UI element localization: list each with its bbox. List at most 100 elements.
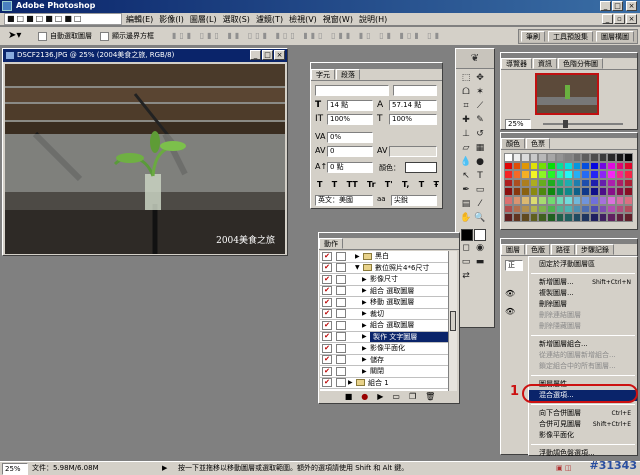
- vertical-scale-field[interactable]: 100%: [327, 114, 373, 125]
- swatch[interactable]: [538, 204, 547, 214]
- swatch[interactable]: [521, 187, 530, 196]
- swatch[interactable]: [512, 195, 522, 205]
- tab-info[interactable]: 資訊: [533, 58, 557, 69]
- tab-layers[interactable]: 圖層: [501, 244, 525, 255]
- collapsed-triangle-icon[interactable]: ▶: [362, 345, 370, 352]
- swatch[interactable]: [581, 204, 590, 214]
- move-tool-icon[interactable]: ➤▾: [8, 30, 26, 43]
- swatch[interactable]: [504, 187, 513, 196]
- swatch[interactable]: [555, 170, 565, 179]
- magic-wand-icon[interactable]: ✶: [473, 85, 487, 99]
- swatch[interactable]: [521, 178, 530, 188]
- layers-menu-item[interactable]: 合併可見圖層 Shift+Ctrl+E: [529, 419, 637, 430]
- antialias-select[interactable]: 尖銳: [391, 195, 437, 206]
- screen-mode-2-icon[interactable]: ▬: [473, 255, 487, 269]
- swatch[interactable]: [521, 161, 530, 171]
- tracking-select[interactable]: [389, 146, 437, 157]
- tab-paragraph[interactable]: 段落: [336, 69, 360, 80]
- swatch[interactable]: [555, 204, 565, 214]
- swatch[interactable]: [564, 170, 573, 179]
- action-toggle-checkbox[interactable]: ✔: [322, 251, 332, 261]
- baseline-field[interactable]: 0 點: [327, 162, 373, 173]
- well-tab-layer-comps[interactable]: 圖層構圖: [596, 31, 634, 42]
- swatch[interactable]: [581, 161, 590, 171]
- doc-close-button[interactable]: ×: [626, 14, 637, 24]
- swatch[interactable]: [615, 187, 625, 196]
- tab-history[interactable]: 步驟記錄: [576, 244, 614, 255]
- slice-tool-icon[interactable]: ⟋: [473, 99, 487, 113]
- swatch[interactable]: [564, 213, 573, 222]
- collapsed-triangle-icon[interactable]: ▶: [348, 379, 356, 386]
- collapsed-triangle-icon[interactable]: ▶: [362, 368, 370, 375]
- action-toggle-checkbox[interactable]: ✔: [322, 297, 332, 307]
- action-toggle-checkbox[interactable]: ✔: [322, 332, 332, 342]
- swatch[interactable]: [589, 187, 599, 196]
- swatch[interactable]: [624, 178, 633, 188]
- zoom-tool-icon[interactable]: 🔍: [473, 211, 487, 225]
- swatch[interactable]: [581, 178, 590, 188]
- path-select-icon[interactable]: ↖: [459, 169, 473, 183]
- text-style-button[interactable]: T': [385, 180, 393, 189]
- swatch[interactable]: [512, 161, 522, 171]
- menu-item[interactable]: 濾鏡(T): [256, 14, 283, 25]
- text-style-button[interactable]: T,: [402, 180, 409, 189]
- menu-item[interactable]: 說明(H): [359, 14, 387, 25]
- swatch[interactable]: [624, 213, 633, 222]
- navigator-zoom-slider[interactable]: [543, 120, 623, 128]
- doc-window-maximize[interactable]: □: [262, 50, 273, 60]
- crop-tool-icon[interactable]: ⌗: [459, 99, 473, 113]
- swatch[interactable]: [572, 187, 582, 196]
- swatch[interactable]: [607, 178, 616, 188]
- notes-tool-icon[interactable]: ▤: [459, 197, 473, 211]
- swatch[interactable]: [521, 195, 530, 205]
- swatch[interactable]: [512, 170, 522, 179]
- shape-tool-icon[interactable]: ▭: [473, 183, 487, 197]
- swatch[interactable]: [598, 204, 608, 214]
- close-button[interactable]: ×: [626, 1, 637, 11]
- kerning-field[interactable]: 0: [327, 146, 373, 157]
- swatch[interactable]: [564, 161, 573, 171]
- swatch[interactable]: [589, 153, 599, 162]
- doc-window-minimize[interactable]: _: [250, 50, 261, 60]
- action-row[interactable]: ✔ ▶ 黑白: [320, 251, 448, 263]
- swatch[interactable]: [607, 195, 616, 205]
- swatch[interactable]: [589, 195, 599, 205]
- swatch[interactable]: [529, 187, 539, 196]
- menu-item[interactable]: 影像(I): [159, 14, 184, 25]
- layers-menu-item[interactable]: 新增圖層... Shift+Ctrl+N: [529, 277, 637, 288]
- swatch[interactable]: [512, 187, 522, 196]
- action-dialog-checkbox[interactable]: [336, 263, 346, 273]
- swatch[interactable]: [624, 204, 633, 214]
- swatch[interactable]: [555, 195, 565, 205]
- swatch[interactable]: [555, 213, 565, 222]
- swatch[interactable]: [564, 204, 573, 214]
- jump-to-imageready-icon[interactable]: ⇄: [459, 269, 473, 283]
- action-row[interactable]: ✔ ▶ 關閉: [320, 366, 448, 378]
- swatch[interactable]: [538, 213, 547, 222]
- swatch[interactable]: [598, 178, 608, 188]
- doc-restore-button[interactable]: ▫: [614, 14, 625, 24]
- collapsed-triangle-icon[interactable]: ▶: [362, 333, 370, 340]
- history-brush-icon[interactable]: ↺: [473, 127, 487, 141]
- tab-swatches[interactable]: 色票: [526, 138, 550, 149]
- marquee-tool-icon[interactable]: ⬚: [459, 71, 473, 85]
- swatch[interactable]: [572, 170, 582, 179]
- leading-field[interactable]: 57.14 點: [389, 100, 437, 111]
- collapsed-triangle-icon[interactable]: ▶: [362, 287, 370, 294]
- status-zoom[interactable]: 25%: [2, 463, 28, 475]
- action-row[interactable]: ✔ ▶ 儲存: [320, 355, 448, 366]
- tracking-field[interactable]: 0%: [327, 132, 373, 143]
- status-arrow-icon[interactable]: ▶: [162, 462, 167, 475]
- action-row[interactable]: ✔ ▶ 影像尺寸: [320, 274, 448, 286]
- swatch[interactable]: [538, 153, 547, 162]
- action-row[interactable]: ✔ ▶ 移動 選取圖層: [320, 297, 448, 309]
- tab-histogram[interactable]: 色階分佈圖: [558, 58, 603, 69]
- hand-tool-icon[interactable]: ✋: [459, 211, 473, 225]
- foreground-color-swatch[interactable]: [461, 229, 473, 241]
- stop-icon[interactable]: ■: [345, 391, 353, 403]
- swatch[interactable]: [598, 213, 608, 222]
- action-toggle-checkbox[interactable]: ✔: [322, 263, 332, 273]
- swatch[interactable]: [564, 187, 573, 196]
- swatch[interactable]: [555, 178, 565, 188]
- swatch[interactable]: [538, 195, 547, 205]
